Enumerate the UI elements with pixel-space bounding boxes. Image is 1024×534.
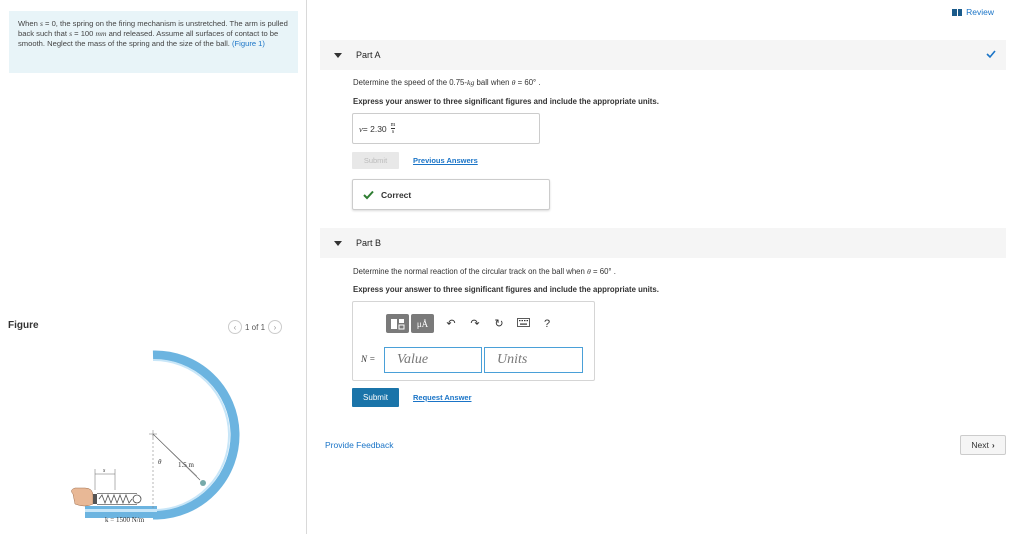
figure-pager: ‹ 1 of 1 › (228, 320, 283, 334)
previous-answers-link[interactable]: Previous Answers (413, 156, 478, 165)
part-b-submit-button[interactable]: Submit (352, 388, 399, 407)
problem-unit: mm (95, 29, 107, 39)
chevron-right-icon: › (991, 440, 995, 450)
value-input[interactable]: Value (384, 347, 482, 373)
left-panel: When s = 0, the spring on the firing mec… (0, 0, 307, 534)
math-toolbar: μÅ ↶ ↷ ↻ ? (386, 314, 554, 333)
correct-label: Correct (381, 189, 412, 200)
part-a-title: Part A (356, 50, 381, 60)
figure-label: Figure (8, 320, 39, 331)
units-button[interactable]: μÅ (411, 314, 434, 333)
theta-label: θ (158, 458, 162, 466)
templates-icon[interactable] (386, 314, 409, 333)
part-b-header[interactable]: Part B (320, 228, 1006, 258)
answer-value: = 2.30 (362, 123, 387, 134)
help-button[interactable]: ? (540, 318, 554, 330)
collapse-triangle-icon[interactable] (334, 240, 342, 246)
part-b-instruction: Express your answer to three significant… (353, 285, 659, 294)
check-icon (986, 50, 996, 59)
review-bars-icon (952, 8, 963, 16)
problem-figure: θ 1.5 m s k = 1500 N/m (71, 350, 240, 524)
next-label: Next (971, 440, 989, 450)
review-label: Review (966, 7, 994, 17)
keyboard-icon[interactable] (516, 317, 530, 330)
part-a-instruction: Express your answer to three significant… (353, 97, 659, 106)
n-label: N = (361, 354, 376, 364)
part-a-header[interactable]: Part A (320, 40, 1006, 70)
part-a-answer-box: v = 2.30 m s (352, 113, 540, 144)
undo-icon[interactable]: ↶ (444, 317, 458, 330)
reset-icon[interactable]: ↻ (492, 317, 506, 330)
spring-graphic (98, 493, 133, 505)
chevron-right-icon[interactable]: › (268, 320, 283, 334)
redo-icon[interactable]: ↷ (468, 317, 482, 330)
review-link[interactable]: Review (952, 7, 994, 17)
ball-graphic (132, 494, 142, 504)
part-b-title: Part B (356, 238, 382, 248)
units-input[interactable]: Units (484, 347, 583, 373)
correct-check-icon (363, 190, 374, 199)
part-b-input-panel: μÅ ↶ ↷ ↻ ? N = Value Units (352, 301, 595, 381)
radius-label: 1.5 m (178, 461, 195, 469)
spring-constant-label: k = 1500 N/m (105, 516, 145, 524)
request-answer-link[interactable]: Request Answer (413, 393, 472, 402)
s-label: s (103, 468, 106, 474)
circular-track (152, 350, 240, 520)
hand-graphic (71, 487, 94, 507)
problem-statement: When s = 0, the spring on the firing mec… (9, 11, 298, 73)
correct-feedback: Correct (352, 179, 550, 210)
part-a-submit-button: Submit (352, 152, 399, 169)
part-a-question: Determine the speed of the 0.75-kg ball … (353, 78, 541, 87)
provide-feedback-link[interactable]: Provide Feedback (325, 440, 394, 450)
chevron-left-icon[interactable]: ‹ (228, 320, 242, 334)
problem-text: = 100 (72, 29, 96, 39)
answer-unit: m s (390, 122, 396, 135)
next-button[interactable]: Next › (960, 435, 1006, 455)
pager-text: 1 of 1 (245, 322, 266, 332)
part-b-question: Determine the normal reaction of the cir… (353, 267, 616, 276)
collapse-triangle-icon[interactable] (334, 52, 342, 58)
figure-link[interactable]: (Figure 1) (232, 39, 265, 48)
problem-text: When (18, 19, 40, 28)
